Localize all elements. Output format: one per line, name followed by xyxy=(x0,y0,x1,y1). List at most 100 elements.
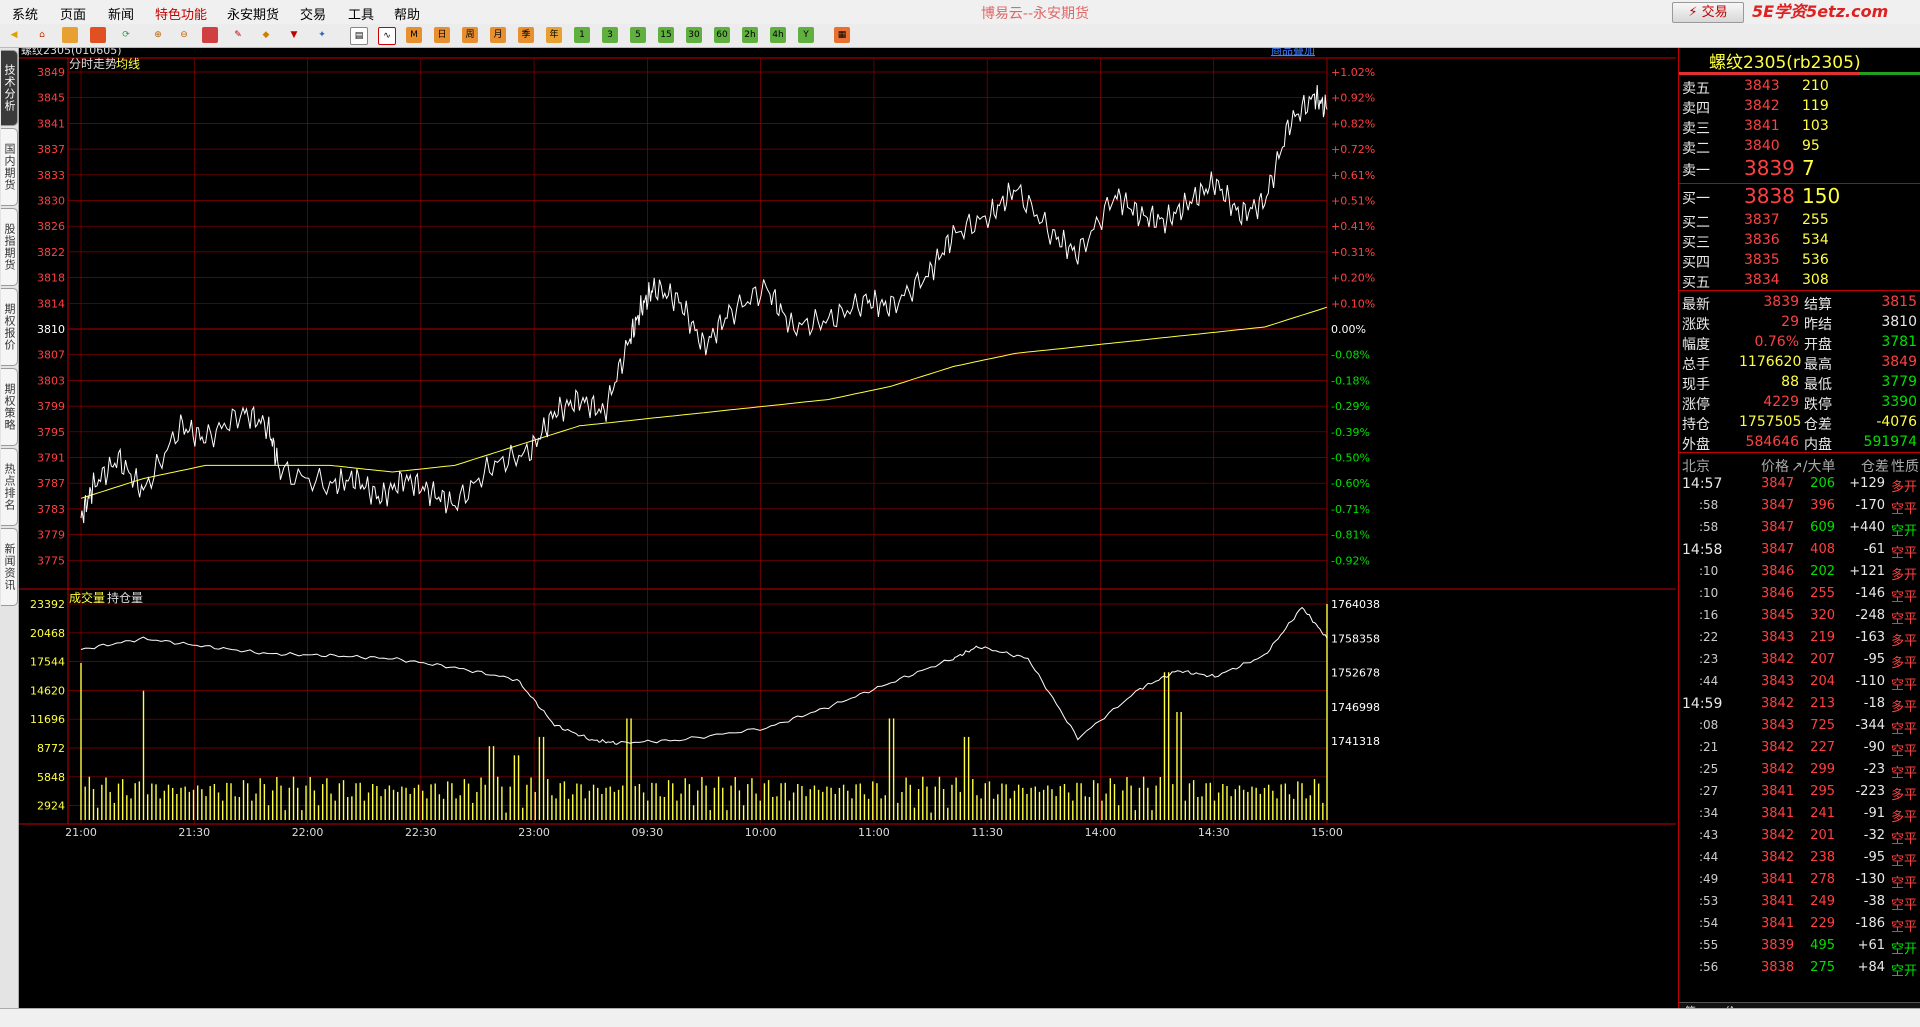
cell: 95 xyxy=(1802,138,1820,154)
intraday-chart-area[interactable]: 螺纹2305(010605) 商品叠加 分时走势 均线 成交量 持仓量 3849 +1.02%… xyxy=(19,48,1677,1008)
cell: 价格 xyxy=(1761,459,1789,475)
menu-tools[interactable]: 工具 xyxy=(348,4,374,23)
cell: 534 xyxy=(1802,232,1829,248)
period-tick-icon[interactable]: M xyxy=(406,27,422,43)
tab-technical-analysis[interactable]: 技术分析 xyxy=(1,50,18,126)
tab-domestic-futures[interactable]: 国内期货 xyxy=(1,128,18,206)
cell: 584646 xyxy=(1745,434,1799,450)
period-4h-icon[interactable]: 4h xyxy=(770,27,786,43)
folder-icon[interactable] xyxy=(62,27,78,43)
tab-index-futures[interactable]: 股指期货 xyxy=(1,208,18,286)
cell: 119 xyxy=(1802,98,1829,114)
cell: 空开 xyxy=(1891,964,1918,979)
period-3m-icon[interactable]: 3 xyxy=(602,27,618,43)
cell: 14:58 xyxy=(1682,542,1723,558)
cell: 最低 xyxy=(1804,377,1832,393)
menu-help[interactable]: 帮助 xyxy=(394,4,420,23)
time-tick-label: 23:00 xyxy=(518,826,550,839)
price-tick-label: 3849 xyxy=(37,66,65,79)
grid-icon[interactable] xyxy=(90,27,106,43)
intraday-chart-svg[interactable]: 螺纹2305(010605) 商品叠加分时走势均线成交量 持仓量 3849 +1.02%… xyxy=(19,48,1677,1008)
menu-system[interactable]: 系统 xyxy=(12,4,38,23)
period-60m-icon[interactable]: 60 xyxy=(714,27,730,43)
menu-trade[interactable]: 交易 xyxy=(300,4,326,23)
paint-icon[interactable]: ◆ xyxy=(258,27,274,43)
bid-row: 买五 3834 308 xyxy=(1679,270,1920,291)
cell: -163 xyxy=(1855,630,1885,645)
tick-row: 14:59 3842 213 -18 多平 xyxy=(1679,694,1920,716)
table-icon[interactable]: ▤ xyxy=(350,27,368,45)
price-tick-label: 3845 xyxy=(37,92,65,105)
filter-icon[interactable]: ▼ xyxy=(286,27,302,43)
period-custom-icon[interactable]: Y xyxy=(798,27,814,43)
pen-icon[interactable]: ✎ xyxy=(230,27,246,43)
cell: 开盘 xyxy=(1804,337,1832,353)
period-30m-icon[interactable]: 30 xyxy=(686,27,702,43)
best-bid-row: 买一 3838 150 xyxy=(1679,184,1920,210)
cell: 总手 xyxy=(1682,357,1710,373)
cell: 88 xyxy=(1781,374,1799,390)
zoom-out-icon[interactable]: ⊖ xyxy=(176,27,192,43)
tab-options-strategy[interactable]: 期权策略 xyxy=(1,368,18,446)
bid-row: 买四 3835 536 xyxy=(1679,250,1920,271)
tick-row: :55 3839 495 +61 空开 xyxy=(1679,936,1920,958)
price-tick-label: 3803 xyxy=(37,374,65,387)
cell: 3836 xyxy=(1744,232,1780,248)
cell: 多平 xyxy=(1891,700,1918,715)
cell: :56 xyxy=(1699,960,1719,974)
period-year-icon[interactable]: 年 xyxy=(546,27,562,43)
cell: 4229 xyxy=(1763,394,1799,410)
cell: 买五 xyxy=(1682,275,1710,291)
pct-tick-label: 0.00% xyxy=(1331,323,1366,336)
cell: 3846 xyxy=(1761,586,1795,601)
cell: 3841 xyxy=(1761,806,1795,821)
menu-yongan[interactable]: 永安期货 xyxy=(227,4,279,23)
menu-news[interactable]: 新闻 xyxy=(108,4,134,23)
tick-row: :44 3842 238 -95 空平 xyxy=(1679,848,1920,870)
tab-hot-rankings[interactable]: 热点排名 xyxy=(1,448,18,526)
stat-row: 涨跌 29 昨结 3810 xyxy=(1679,312,1920,333)
price-tick-label: 3779 xyxy=(37,529,65,542)
cell: 3842 xyxy=(1761,850,1795,865)
tab-news[interactable]: 新闻资讯 xyxy=(1,528,18,606)
calendar-icon[interactable]: ▦ xyxy=(834,27,850,43)
menu-features[interactable]: 特色功能 xyxy=(155,4,207,23)
cell: 螺纹2305(rb2305) xyxy=(1709,53,1861,73)
cell: 103 xyxy=(1802,118,1829,134)
menu-page[interactable]: 页面 xyxy=(60,4,86,23)
pct-tick-label: +0.31% xyxy=(1331,246,1375,259)
time-tick-label: 21:00 xyxy=(65,826,97,839)
tick-row: :08 3843 725 -344 空平 xyxy=(1679,716,1920,738)
oi-tick-label: 1764038 xyxy=(1331,598,1380,611)
period-week-icon[interactable]: 周 xyxy=(462,27,478,43)
zoom-in-icon[interactable]: ⊕ xyxy=(150,27,166,43)
period-5m-icon[interactable]: 5 xyxy=(630,27,646,43)
overlay-link[interactable]: 商品叠加 xyxy=(1271,48,1315,57)
chart-header-title: 螺纹2305(010605) xyxy=(21,48,122,57)
window-icon[interactable] xyxy=(202,27,218,43)
cell: 396 xyxy=(1810,498,1835,513)
period-15m-icon[interactable]: 15 xyxy=(658,27,674,43)
price-tick-label: 3799 xyxy=(37,400,65,413)
period-1m-icon[interactable]: 1 xyxy=(574,27,590,43)
period-month-icon[interactable]: 月 xyxy=(490,27,506,43)
home-icon[interactable]: ⌂ xyxy=(34,27,50,43)
trade-button[interactable]: ⚡ 交易 xyxy=(1672,2,1744,23)
line-chart-icon[interactable]: ∿ xyxy=(378,27,396,45)
back-arrow-icon[interactable]: ◀ xyxy=(6,27,22,43)
refresh-icon[interactable]: ⟳ xyxy=(118,27,134,43)
settings-icon[interactable]: ✦ xyxy=(314,27,330,43)
cell: 3843 xyxy=(1744,78,1780,94)
pct-tick-label: +0.20% xyxy=(1331,272,1375,285)
period-day-icon[interactable]: 日 xyxy=(434,27,450,43)
cell: 卖五 xyxy=(1682,81,1710,97)
tab-options-quotes[interactable]: 期权报价 xyxy=(1,288,18,366)
cell: ↗/大单 xyxy=(1791,459,1836,475)
period-2h-icon[interactable]: 2h xyxy=(742,27,758,43)
period-quarter-icon[interactable]: 季 xyxy=(518,27,534,43)
ask-row: 卖三 3841 103 xyxy=(1679,116,1920,137)
cell: 3834 xyxy=(1744,272,1780,288)
cell: -90 xyxy=(1863,740,1885,755)
tick-row: :43 3842 201 -32 空平 xyxy=(1679,826,1920,848)
cell: 空平 xyxy=(1891,502,1918,517)
